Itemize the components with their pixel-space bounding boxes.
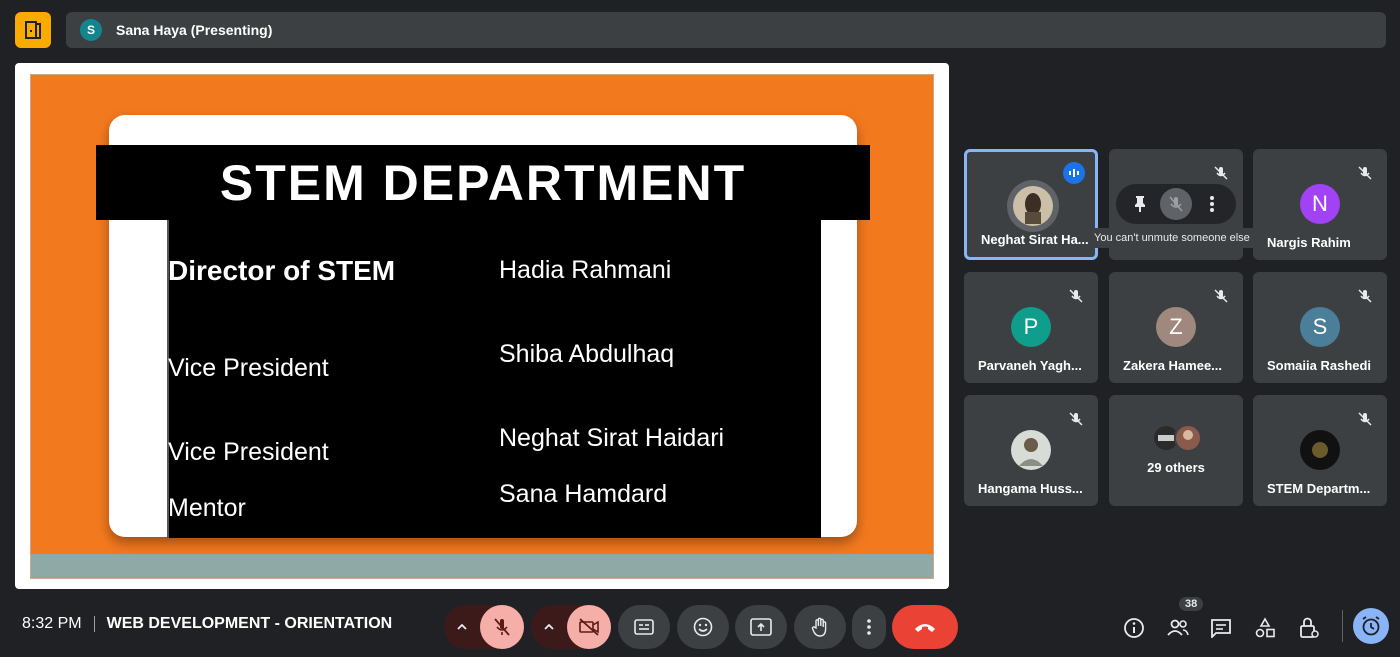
participant-tile[interactable]: Neghat Sirat Ha... [964,149,1098,260]
pin-icon[interactable] [1124,188,1156,220]
participant-avatar: Z [1156,307,1196,347]
participant-name: STEM Departm... [1267,481,1371,496]
divider [93,616,95,632]
alarm-clock-icon[interactable] [1353,608,1389,644]
chevron-up-icon[interactable] [444,605,480,649]
participant-name: Parvaneh Yagh... [978,358,1082,373]
participant-tile[interactable]: Z Zakera Hamee... [1109,272,1243,383]
more-options-icon[interactable] [1196,188,1228,220]
clock-time: 8:32 PM [22,615,82,632]
participant-tile[interactable]: STEM Departm... [1253,395,1387,506]
participant-avatar: N [1300,184,1340,224]
meeting-info: 8:32 PM WEB DEVELOPMENT - ORIENTATION [22,615,392,633]
others-count: 29 others [1147,460,1205,475]
slide-person: Shiba Abdulhaq [499,340,675,368]
people-count-badge: 38 [1179,597,1204,611]
slide-person: Neghat Sirat Haidari [499,424,725,452]
participant-avatar [1300,430,1340,470]
camera-control-group [531,605,611,649]
participant-avatar: P [1011,307,1051,347]
slide-person: Hadia Rahmani [499,256,672,284]
slide-person: Sana Hamdard [499,480,668,508]
participant-avatar [1007,180,1059,232]
participant-avatar: S [1300,307,1340,347]
participant-name: Zakera Hamee... [1123,358,1223,373]
slide-role: Director of STEM [168,255,396,286]
slide-role: Vice President [168,354,329,382]
presenter-label: Sana Haya (Presenting) [116,22,273,38]
host-controls-icon[interactable] [1293,612,1325,644]
layout-icon[interactable] [15,12,51,48]
participant-name: Neghat Sirat Ha... [981,232,1089,247]
camera-toggle-button[interactable] [567,605,611,649]
people-icon[interactable] [1162,612,1194,644]
mic-off-icon [1357,288,1373,304]
participant-name: Hangama Huss... [978,481,1083,496]
slide-title-band: STEM DEPARTMENT [96,145,870,220]
tile-hover-menu [1116,184,1236,224]
chevron-up-icon[interactable] [531,605,567,649]
end-call-button[interactable] [892,605,958,649]
activities-icon[interactable] [1249,612,1281,644]
present-screen-button[interactable] [735,605,787,649]
mic-off-icon [1213,165,1229,181]
participant-name: Nargis Rahim [1267,235,1351,250]
participant-tile[interactable]: P Parvaneh Yagh... [964,272,1098,383]
mic-off-icon [1357,411,1373,427]
presentation-stage: STEM DEPARTMENT Director of STEM Hadia R… [15,63,949,589]
slide-role: Vice President [168,438,329,466]
presenter-bar: S Sana Haya (Presenting) [66,12,1386,48]
captions-button[interactable] [618,605,670,649]
unmute-tooltip: You can't unmute someone else [1090,228,1254,248]
microphone-toggle-button[interactable] [480,605,524,649]
mic-off-icon [1213,288,1229,304]
meeting-details-icon[interactable] [1118,612,1150,644]
mic-off-icon [1357,165,1373,181]
meeting-title: WEB DEVELOPMENT - ORIENTATION [106,615,393,632]
presenter-avatar: S [80,19,102,41]
mic-control-group [444,605,524,649]
participant-tile[interactable]: S Somaiia Rashedi [1253,272,1387,383]
mute-participant-button[interactable] [1160,188,1192,220]
more-options-button[interactable] [852,605,886,649]
participant-name: Somaiia Rashedi [1267,358,1372,373]
speaking-indicator-icon [1063,162,1085,184]
mic-off-icon [1068,288,1084,304]
mic-off-icon [1068,411,1084,427]
chat-icon[interactable] [1205,612,1237,644]
slide-title: STEM DEPARTMENT [219,154,747,211]
emoji-reaction-button[interactable] [677,605,729,649]
slide: STEM DEPARTMENT Director of STEM Hadia R… [30,74,934,579]
raise-hand-button[interactable] [794,605,846,649]
participant-tile[interactable]: N Nargis Rahim [1253,149,1387,260]
participant-avatar [1011,430,1051,470]
others-avatars [1152,424,1202,452]
divider [1342,610,1343,642]
slide-role: Mentor [168,494,246,522]
participant-tile-others[interactable]: 29 others [1109,395,1243,506]
participant-tile[interactable]: Hangama Huss... [964,395,1098,506]
slide-footer-band [31,554,933,578]
